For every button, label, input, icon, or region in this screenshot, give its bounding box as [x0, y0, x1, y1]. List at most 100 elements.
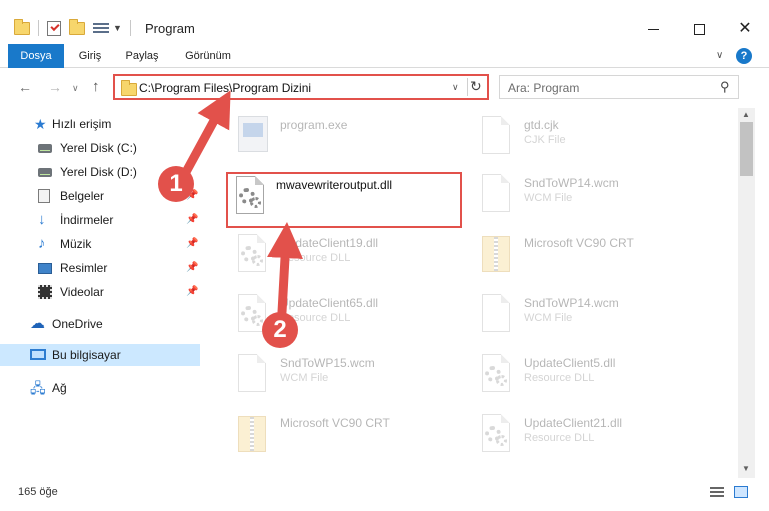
video-icon — [38, 285, 52, 299]
file-icon — [476, 172, 516, 216]
pin-icon[interactable]: 📌 — [186, 262, 198, 273]
scroll-up-arrow-icon[interactable]: ▲ — [742, 110, 750, 119]
pin-icon[interactable]: 📌 — [186, 286, 198, 297]
file-item-mwavewriteroutput-dll[interactable]: mwavewriteroutput.dll — [226, 172, 462, 228]
large-icons-view-icon[interactable] — [734, 486, 748, 498]
disk-icon — [38, 168, 52, 177]
file-item-sndtowp14[interactable]: SndToWP14.wcm WCM File — [476, 172, 716, 228]
file-icon — [476, 292, 516, 336]
file-item-updateclient19[interactable]: UpdateClient19.dll Resource DLL — [232, 232, 472, 288]
sidebar-item-downloads[interactable]: ↓ İndirmeler 📌 — [0, 209, 200, 231]
network-icon: 🖧 — [30, 380, 46, 396]
file-name: Microsoft VC90 CRT — [280, 416, 390, 430]
file-item-sndtowp14-2[interactable]: SndToWP14.wcm WCM File — [476, 292, 716, 348]
address-bar[interactable]: C:\Program Files\Program Dizini ∨ ↻ — [113, 74, 489, 100]
dll-gear-icon — [476, 412, 516, 456]
file-item-updateclient21[interactable]: UpdateClient21.dll Resource DLL — [476, 412, 716, 468]
file-name: program.exe — [280, 118, 348, 132]
pin-icon[interactable]: 📌 — [186, 238, 198, 249]
sidebar-item-quick-access[interactable]: ★ Hızlı erişim — [0, 113, 200, 135]
tab-giris[interactable]: Giriş — [72, 44, 108, 68]
file-item-microsoft-vc90-crt[interactable]: Microsoft VC90 CRT — [232, 412, 472, 468]
file-name: UpdateClient21.dll — [524, 416, 623, 430]
forward-arrow-icon[interactable]: → — [48, 79, 62, 95]
explorer-window: ▼ Program ✕ Dosya Giriş Paylaş Görünüm ∨… — [0, 0, 769, 511]
file-name: mwavewriteroutput.dll — [276, 178, 393, 192]
file-name: UpdateClient5.dll — [524, 356, 616, 370]
minimize-button[interactable] — [630, 14, 676, 44]
address-dropdown-chevron-icon[interactable]: ∨ — [452, 82, 459, 93]
file-item-updateclient5[interactable]: UpdateClient5.dll Resource DLL — [476, 352, 716, 408]
file-list: program.exe UpdateClient19.dll Resource … — [206, 108, 738, 478]
properties-check-icon[interactable] — [47, 20, 61, 36]
disk-icon — [38, 144, 52, 153]
refresh-icon[interactable]: ↻ — [470, 78, 482, 95]
sidebar-item-videos[interactable]: Videolar 📌 — [0, 281, 200, 303]
file-name: gtd.cjk — [524, 118, 559, 132]
file-name: UpdateClient19.dll — [280, 236, 379, 250]
file-item-microsoft-vc90-crt-2[interactable]: Microsoft VC90 CRT — [476, 232, 716, 288]
file-type: WCM File — [280, 372, 329, 384]
file-item-sndtowp15[interactable]: SndToWP15.wcm WCM File — [232, 352, 472, 408]
file-name: SndToWP14.wcm — [524, 176, 619, 190]
file-type: Resource DLL — [280, 252, 351, 264]
customize-toolbar-chevron-icon[interactable]: ▼ — [113, 23, 122, 33]
quick-access-toolbar: ▼ — [14, 18, 135, 38]
callout-badge-1: 1 — [158, 166, 194, 202]
toolbar-separator — [38, 20, 39, 36]
search-input[interactable]: Ara: Program ⚲ — [499, 75, 739, 99]
sidebar-item-this-pc[interactable]: Bu bilgisayar — [0, 344, 200, 366]
expand-ribbon-chevron-icon[interactable]: ∨ — [716, 50, 723, 61]
folder-icon — [121, 80, 137, 96]
maximize-button[interactable] — [676, 14, 722, 44]
file-item-program-exe[interactable]: program.exe — [232, 114, 472, 170]
sidebar-item-network[interactable]: 🖧 Ağ — [0, 377, 200, 399]
zip-folder-icon — [232, 412, 272, 456]
view-options-icon[interactable] — [93, 22, 109, 35]
file-type: CJK File — [524, 134, 566, 146]
help-icon[interactable]: ? — [736, 48, 752, 64]
sidebar-item-onedrive[interactable]: ☁ OneDrive — [0, 313, 200, 335]
status-bar: 165 öğe — [0, 478, 769, 511]
sidebar-item-label: Belgeler — [60, 189, 105, 203]
scrollbar-thumb[interactable] — [740, 122, 753, 176]
sidebar-item-music[interactable]: ♪ Müzik 📌 — [0, 233, 200, 255]
back-arrow-icon[interactable]: ← — [18, 79, 32, 95]
toolbar-separator — [129, 20, 131, 36]
folder-icon — [14, 18, 30, 35]
document-icon — [38, 189, 50, 203]
details-view-icon[interactable] — [710, 487, 724, 498]
sidebar-item-label: Yerel Disk (C:) — [60, 141, 137, 155]
file-icon — [476, 114, 516, 158]
tab-paylas[interactable]: Paylaş — [120, 44, 164, 68]
file-item-gtd-cjk[interactable]: gtd.cjk CJK File — [476, 114, 716, 170]
recent-locations-chevron-icon[interactable]: ∨ — [72, 83, 79, 94]
vertical-scrollbar[interactable]: ▲ ▼ — [738, 108, 755, 478]
sidebar-item-label: Ağ — [52, 381, 67, 395]
sidebar-item-label: İndirmeler — [60, 213, 114, 227]
tab-gorunum[interactable]: Görünüm — [178, 44, 238, 68]
file-name: SndToWP14.wcm — [524, 296, 619, 310]
new-folder-icon[interactable] — [69, 18, 85, 35]
sidebar-item-label: Yerel Disk (D:) — [60, 165, 137, 179]
pin-icon[interactable]: 📌 — [186, 214, 198, 225]
file-name: UpdateClient65.dll — [280, 296, 379, 310]
sidebar-item-pictures[interactable]: Resimler 📌 — [0, 257, 200, 279]
file-type: WCM File — [524, 312, 573, 324]
minimize-icon — [647, 28, 659, 30]
up-arrow-icon[interactable]: ↑ — [92, 78, 100, 95]
scroll-down-arrow-icon[interactable]: ▼ — [742, 464, 750, 473]
computer-icon — [30, 349, 46, 360]
search-placeholder: Ara: Program — [508, 81, 580, 95]
sidebar-item-label: Resimler — [60, 261, 108, 275]
search-icon[interactable]: ⚲ — [720, 79, 730, 95]
close-button[interactable]: ✕ — [722, 14, 768, 44]
dll-gear-icon — [230, 174, 270, 218]
sidebar-item-label: Bu bilgisayar — [52, 348, 121, 362]
address-path: C:\Program Files\Program Dizini — [139, 81, 312, 95]
close-icon: ✕ — [738, 20, 752, 37]
dll-gear-icon — [476, 352, 516, 396]
window-title: Program — [145, 21, 195, 36]
tab-dosya[interactable]: Dosya — [8, 44, 64, 68]
sidebar-item-local-disk-c[interactable]: Yerel Disk (C:) — [0, 137, 200, 159]
